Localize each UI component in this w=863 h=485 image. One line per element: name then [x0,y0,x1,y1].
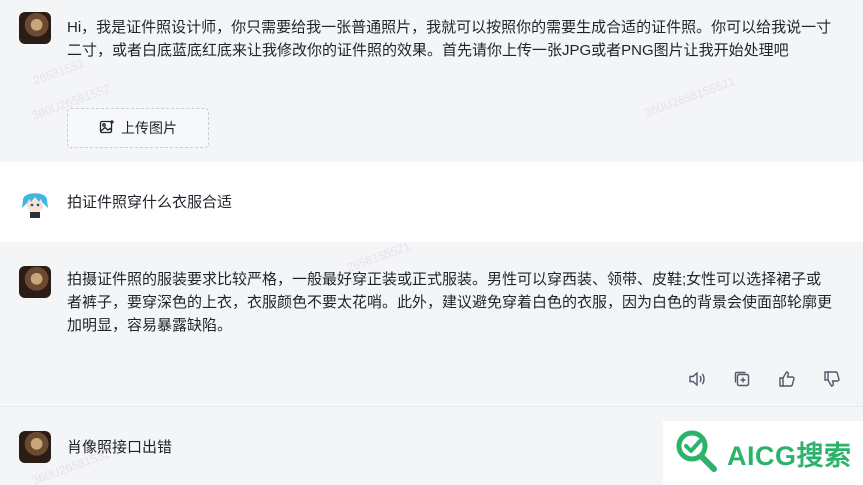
user-avatar [19,186,51,218]
speaker-icon[interactable] [686,368,708,390]
message-actions [686,368,843,390]
thumbs-up-icon[interactable] [776,368,798,390]
copy-icon[interactable] [731,368,753,390]
thumbs-down-icon[interactable] [821,368,843,390]
user-message: 拍证件照穿什么衣服合适 [0,162,863,242]
bot-avatar [19,12,51,44]
bot-message-intro: Hi，我是证件照设计师，你只需要给我一张普通照片，我就可以按照你的需要生成合适的… [0,0,863,162]
aicg-logo: AICG搜索 [663,421,863,485]
magnifier-logo-icon [671,427,721,480]
logo-text: AICG搜索 [727,440,852,471]
upload-button-label: 上传图片 [121,120,177,136]
bot-avatar [19,431,51,463]
message-text: 拍摄证件照的服装要求比较严格，一般最好穿正装或正式服装。男性可以穿西装、领带、皮… [67,271,833,334]
message-text: Hi，我是证件照设计师，你只需要给我一张普通照片，我就可以按照你的需要生成合适的… [67,19,832,59]
image-upload-icon [99,119,115,138]
bot-message-answer: 拍摄证件照的服装要求比较严格，一般最好穿正装或正式服装。男性可以穿西装、领带、皮… [0,242,863,406]
bot-avatar [19,266,51,298]
upload-image-button[interactable]: 上传图片 [67,108,209,148]
message-text: 拍证件照穿什么衣服合适 [67,194,233,211]
